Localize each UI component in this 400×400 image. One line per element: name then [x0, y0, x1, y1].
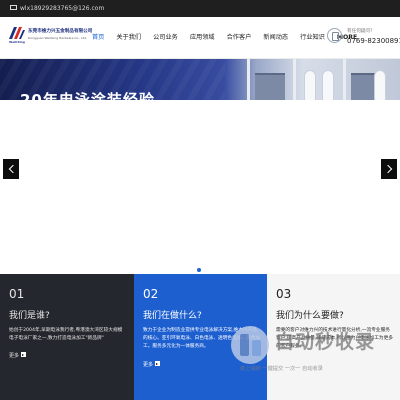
mail-icon	[10, 5, 17, 10]
card-more-link[interactable]: 更多	[143, 361, 161, 368]
hero-banner: 20年电泳涂装经验	[0, 59, 400, 100]
contact-label: 有任何疑问?	[347, 29, 373, 34]
arrow-right-icon	[21, 352, 27, 357]
main-nav: 首页 关于我们 公司业务 应用领域 合作客户 新闻动态 行业知识 MORE	[86, 17, 363, 59]
logo-name-cn: 东莞市维力兴五金制品有限公司	[28, 29, 93, 34]
card-text: 始创于2004年,早期电泳我行者,粤港澳大湾区较大规模电子电泳厂家之一,致力打造…	[9, 328, 123, 341]
phone-icon	[327, 28, 342, 43]
logo-mark-label: WeiliXing	[9, 40, 25, 44]
card-more-label: 更多	[143, 362, 154, 368]
watermark-title: 自动秒收录	[275, 331, 376, 353]
contact-phone[interactable]: 有任何疑问? 0769-82300891	[327, 26, 400, 52]
company-logo[interactable]: WeiliXing 东莞市维力兴五金制品有限公司 Dongguan Weilix…	[9, 25, 93, 49]
card-who-we-are: 01 我们是谁? 始创于2004年,早期电泳我行者,粤港澳大湾区较大规模电子电泳…	[0, 274, 134, 400]
carousel-next-button[interactable]	[381, 159, 397, 179]
watermark-logo-icon	[231, 326, 269, 364]
watermark-overlay: 自动秒收录 做上辅转 一键提交 一次一 自动收录	[228, 323, 400, 379]
card-title: 我们为什么要做?	[276, 311, 344, 321]
nav-item-news[interactable]: 新闻动态	[257, 17, 294, 59]
arrow-right-icon	[155, 361, 161, 366]
top-email[interactable]: wlx18929283765@126.com	[20, 5, 104, 12]
card-number: 03	[276, 287, 292, 301]
card-more-label: 更多	[9, 353, 20, 359]
nav-item-applications[interactable]: 应用领域	[184, 17, 221, 59]
carousel-dot[interactable]	[197, 268, 201, 272]
nav-item-about[interactable]: 关于我们	[110, 17, 147, 59]
logo-mark-icon	[9, 27, 25, 39]
banner-title: 20年电泳涂装经验	[20, 91, 155, 100]
card-more-link[interactable]: 更多	[9, 352, 27, 359]
nav-item-business[interactable]: 公司业务	[147, 17, 184, 59]
card-title: 我们是谁?	[9, 311, 50, 321]
carousel-dots	[197, 268, 201, 272]
logo-name-en: Dongguan Weilixing Hardware Co., Ltd.	[28, 36, 87, 40]
card-title: 我们在做什么?	[143, 311, 202, 321]
site-header: WeiliXing 东莞市维力兴五金制品有限公司 Dongguan Weilix…	[0, 17, 400, 59]
card-number: 01	[9, 287, 25, 301]
nav-item-clients[interactable]: 合作客户	[221, 17, 258, 59]
nav-item-home[interactable]: 首页	[86, 17, 110, 59]
top-bar: wlx18929283765@126.com	[0, 0, 400, 17]
nav-item-knowledge[interactable]: 行业知识	[294, 17, 331, 59]
watermark-subtitle: 做上辅转 一键提交 一次一 自动收录	[240, 366, 323, 372]
carousel-prev-button[interactable]	[3, 159, 19, 179]
card-number: 02	[143, 287, 159, 301]
contact-phone-number: 0769-82300891	[347, 37, 400, 45]
banner-factory-image	[225, 59, 400, 100]
